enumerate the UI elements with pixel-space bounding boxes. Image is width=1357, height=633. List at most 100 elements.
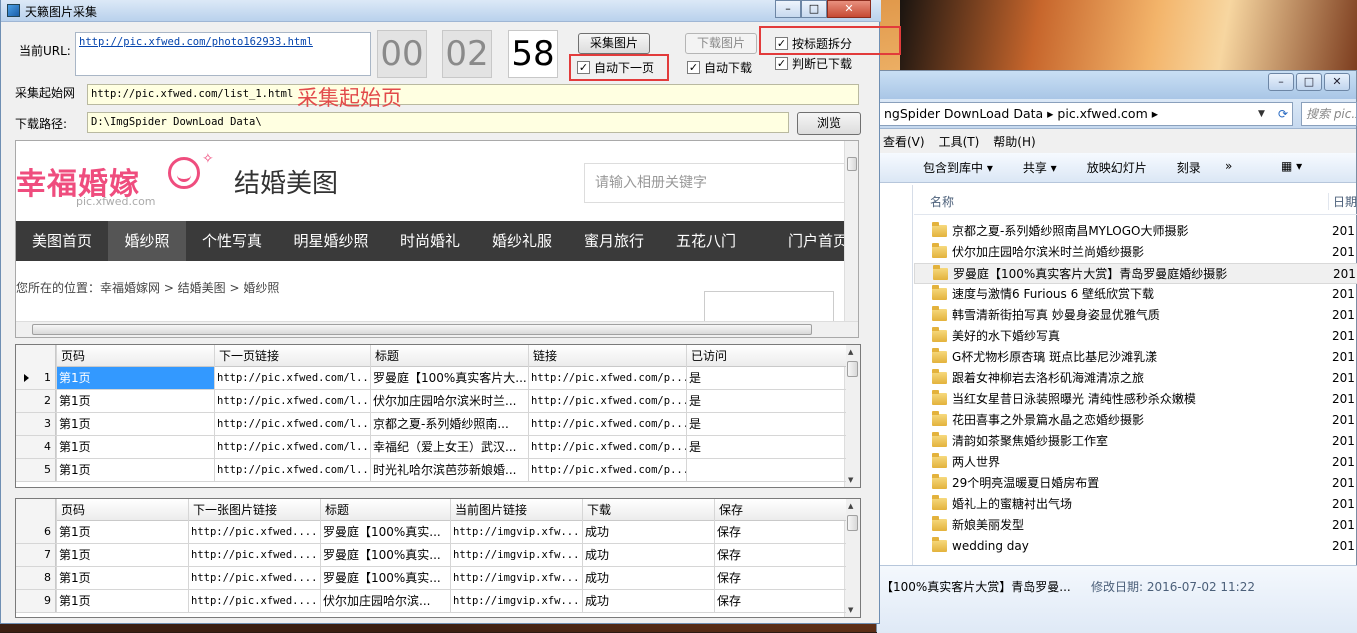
download-path-input[interactable]: D:\ImgSpider DownLoad Data\ [87,112,789,133]
table-row[interactable]: 4 第1页 http://pic.xfwed.com/l... 幸福纪（爱上女王）武汉… [16,436,846,459]
table-cell[interactable]: 第1页 [56,459,214,481]
menu-help[interactable]: 帮助(H) [993,133,1035,150]
column-header[interactable]: 下载 [582,499,714,521]
table-cell[interactable]: 成功 [582,544,714,566]
scroll-thumb[interactable] [32,324,812,335]
browse-button[interactable]: 浏览 [797,112,861,135]
table-cell[interactable]: http://imgvip.xfw... [450,521,582,543]
embedded-browser[interactable]: 幸福婚嫁 ✧ pic.xfwed.com 结婚美图 请输入相册关键字 美图首页婚… [15,140,859,338]
table-cell[interactable]: 京都之夏-系列婚纱照南... [370,413,528,435]
current-url-box[interactable]: http://pic.xfwed.com/photo162933.html [75,32,371,76]
collect-images-button[interactable]: 采集图片 [578,33,650,54]
file-row[interactable]: 跟着女神柳岩去洛杉矶海滩清凉之旅 201 [914,368,1357,389]
column-header[interactable]: 页码 [56,499,188,521]
file-row[interactable]: 韩雪清新街拍写真 妙曼身姿显优雅气质 201 [914,305,1357,326]
column-header[interactable]: 链接 [528,345,686,367]
table-cell[interactable]: 伏尔加庄园哈尔滨米时兰... [370,390,528,412]
table-cell[interactable] [686,459,846,481]
nav-item[interactable]: 蜜月旅行 [568,221,660,261]
table-row[interactable]: 5 第1页 http://pic.xfwed.com/l... 时光礼哈尔滨芭莎新娘婚… [16,459,846,482]
explorer-search-input[interactable]: 搜索 pic.xf [1301,102,1357,126]
file-row[interactable]: 两人世界 201 [914,452,1357,473]
table-cell[interactable]: 是 [686,390,846,412]
table-row[interactable]: 8 第1页 http://pic.xfwed.... 罗曼庭【100%真实... htt… [16,567,846,590]
file-row[interactable]: 新娘美丽发型 201 [914,515,1357,536]
column-header[interactable]: 下一页链接 [214,345,370,367]
table-cell[interactable]: 伏尔加庄园哈尔滨... [320,590,450,612]
scroll-thumb[interactable] [847,157,857,171]
address-segment-1[interactable]: ngSpider DownLoad Data [884,106,1043,121]
table-cell[interactable]: 保存 [714,521,846,543]
table-cell[interactable]: 第1页 [56,544,188,566]
auto-download-checkbox[interactable]: ✓ 自动下载 [687,59,752,76]
table-row[interactable]: 9 第1页 http://pic.xfwed.... 伏尔加庄园哈尔滨... http:… [16,590,846,613]
table-cell[interactable]: http://pic.xfwed.com/p... [528,436,686,458]
maximize-button[interactable]: □ [1296,73,1322,91]
column-name[interactable]: 名称 [930,193,954,210]
more-icon[interactable]: » [1225,159,1232,173]
table-cell[interactable]: 幸福纪（爱上女王）武汉... [370,436,528,458]
scroll-thumb[interactable] [847,515,858,531]
nav-item[interactable]: 美图首页 [16,221,108,261]
column-header[interactable]: 当前图片链接 [450,499,582,521]
column-header[interactable]: 下一张图片链接 [188,499,320,521]
column-header[interactable]: 标题 [320,499,450,521]
table-cell[interactable]: http://pic.xfwed.com/p... [528,390,686,412]
split-by-title-checkbox[interactable]: ✓ 按标题拆分 [775,35,852,52]
table-cell[interactable]: 第1页 [56,521,188,543]
table-cell[interactable]: 成功 [582,567,714,589]
check-downloaded-checkbox[interactable]: ✓ 判断已下载 [775,55,852,72]
start-url-input[interactable]: http://pic.xfwed.com/list_1.html [87,84,859,105]
scroll-up-icon[interactable]: ▲ [848,348,853,356]
burn-button[interactable]: 刻录 [1177,159,1201,176]
column-header[interactable]: 保存 [714,499,846,521]
table-cell[interactable]: http://pic.xfwed.... [188,521,320,543]
column-header[interactable]: 已访问 [686,345,846,367]
file-row[interactable]: 花田喜事之外景篇水晶之恋婚纱摄影 201 [914,410,1357,431]
slideshow-button[interactable]: 放映幻灯片 [1087,159,1147,176]
column-header[interactable]: 页码 [56,345,214,367]
table-cell[interactable]: 第1页 [56,413,214,435]
table-cell[interactable]: 第1页 [56,590,188,612]
auto-next-page-checkbox[interactable]: ✓ 自动下一页 [577,59,654,76]
address-segment-2[interactable]: pic.xfwed.com [1057,106,1147,121]
table-cell[interactable]: http://pic.xfwed.com/l... [214,367,370,389]
share-button[interactable]: 共享 ▾ [1023,159,1057,176]
table-cell[interactable]: 第1页 [56,567,188,589]
menu-tools[interactable]: 工具(T) [939,133,980,150]
image-links-grid[interactable]: ▲ ▼ 页码 下一张图片链接 标题 当前图片链接 下载 保存 6 第1页 http://pic.… [15,498,861,618]
download-images-button[interactable]: 下载图片 [685,33,757,54]
table-cell[interactable]: 时光礼哈尔滨芭莎新娘婚... [370,459,528,481]
browser-vertical-scrollbar[interactable] [844,141,858,323]
table-cell[interactable]: 成功 [582,521,714,543]
table-row[interactable]: 6 第1页 http://pic.xfwed.... 罗曼庭【100%真实... htt… [16,521,846,544]
table-cell[interactable]: http://pic.xfwed.com/p... [528,413,686,435]
table-cell[interactable]: http://imgvip.xfw... [450,567,582,589]
table-cell[interactable]: http://pic.xfwed.com/p... [528,367,686,389]
nav-item[interactable]: 婚纱照 [108,221,186,261]
table-cell[interactable]: http://pic.xfwed.com/l... [214,413,370,435]
table-cell[interactable]: http://pic.xfwed.com/l... [214,459,370,481]
scroll-down-icon[interactable]: ▼ [848,476,853,484]
table-cell[interactable]: http://pic.xfwed.... [188,567,320,589]
menu-view[interactable]: 查看(V) [883,133,925,150]
file-row[interactable]: 清韵如茶聚焦婚纱摄影工作室 201 [914,431,1357,452]
grid-vertical-scrollbar[interactable]: ▲ ▼ [844,499,860,617]
page-links-grid[interactable]: ▲ ▼ 页码 下一页链接 标题 链接 已访问 1 第1页 http://pic.xfwed.c… [15,344,861,488]
table-cell[interactable]: 罗曼庭【100%真实... [320,567,450,589]
address-input[interactable]: ngSpider DownLoad Data ▸ pic.xfwed.com ▸… [877,102,1293,126]
table-cell[interactable]: 保存 [714,567,846,589]
table-cell[interactable]: http://imgvip.xfw... [450,544,582,566]
navigation-pane[interactable] [877,185,913,565]
grid-vertical-scrollbar[interactable]: ▲ ▼ [844,345,860,487]
close-button[interactable]: ✕ [1324,73,1350,91]
file-row[interactable]: 罗曼庭【100%真实客片大赏】青岛罗曼庭婚纱摄影 201 [914,263,1357,284]
nav-item[interactable]: 个性写真 [186,221,278,261]
refresh-icon[interactable]: ⟳ [1274,103,1292,125]
table-row[interactable]: 1 第1页 http://pic.xfwed.com/l... 罗曼庭【100%真实客… [16,367,846,390]
table-cell[interactable]: http://pic.xfwed.com/p... [528,459,686,481]
table-cell[interactable]: 是 [686,436,846,458]
minimize-button[interactable]: – [1268,73,1294,91]
table-cell[interactable]: 保存 [714,544,846,566]
file-row[interactable]: G杯尤物杉原杏璃 斑点比基尼沙滩乳漾 201 [914,347,1357,368]
